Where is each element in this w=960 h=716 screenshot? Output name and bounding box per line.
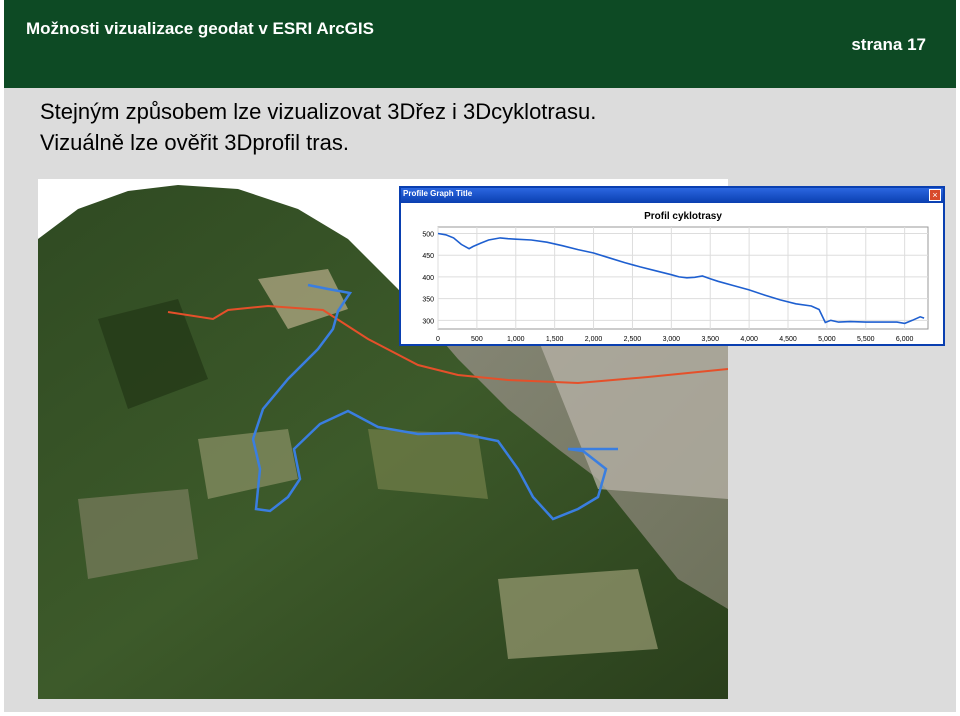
field-patch-5 — [498, 569, 658, 659]
x-tick-label: 1,500 — [546, 336, 564, 343]
x-tick-label: 1,000 — [507, 336, 525, 343]
x-tick-label: 2,500 — [624, 336, 642, 343]
x-tick-label: 4,000 — [740, 336, 758, 343]
y-tick-label: 450 — [422, 253, 434, 260]
x-tick-label: 2,000 — [585, 336, 603, 343]
x-tick-label: 5,000 — [818, 336, 836, 343]
slide-header: Možnosti vizualizace geodat v ESRI ArcGI… — [4, 0, 956, 88]
chart-title: Profil cyklotrasy — [644, 211, 722, 222]
x-tick-label: 3,000 — [663, 336, 681, 343]
text-line-2: Vizuálně lze ověřit 3Dprofil tras. — [40, 130, 349, 155]
x-tick-label: 4,500 — [779, 336, 797, 343]
page-number: strana 17 — [851, 35, 926, 54]
y-tick-label: 350 — [422, 297, 434, 304]
profile-chart: Profil cyklotrasy 0 500 1,000 1,500 2,000 2,50… — [422, 211, 929, 343]
y-tick-label: 300 — [422, 318, 434, 325]
x-tick-label: 3,500 — [701, 336, 719, 343]
slide-title: Možnosti vizualizace geodat v ESRI ArcGI… — [26, 19, 374, 38]
profile-graph-area: Profil cyklotrasy 0 500 1,000 1,500 2,000 2,50… — [401, 203, 943, 344]
field-patch-3 — [368, 429, 488, 499]
y-tick-label: 400 — [422, 275, 434, 282]
slide-content: Stejným způsobem lze vizualizovat 3Dřez … — [4, 88, 956, 712]
x-tick-label: 5,500 — [857, 336, 875, 343]
y-tick-label: 500 — [422, 232, 434, 239]
text-line-1: Stejným způsobem lze vizualizovat 3Dřez … — [40, 99, 597, 124]
window-titlebar[interactable]: Profile Graph Title × — [401, 188, 943, 203]
x-tick-label: 500 — [471, 336, 483, 343]
x-tick-label: 6,000 — [896, 336, 914, 343]
profile-graph-window: Profile Graph Title × Profil cyklotrasy 0… — [399, 186, 945, 346]
window-title: Profile Graph Title — [403, 189, 473, 198]
x-tick-label: 0 — [436, 336, 440, 343]
close-icon[interactable]: × — [929, 189, 941, 201]
